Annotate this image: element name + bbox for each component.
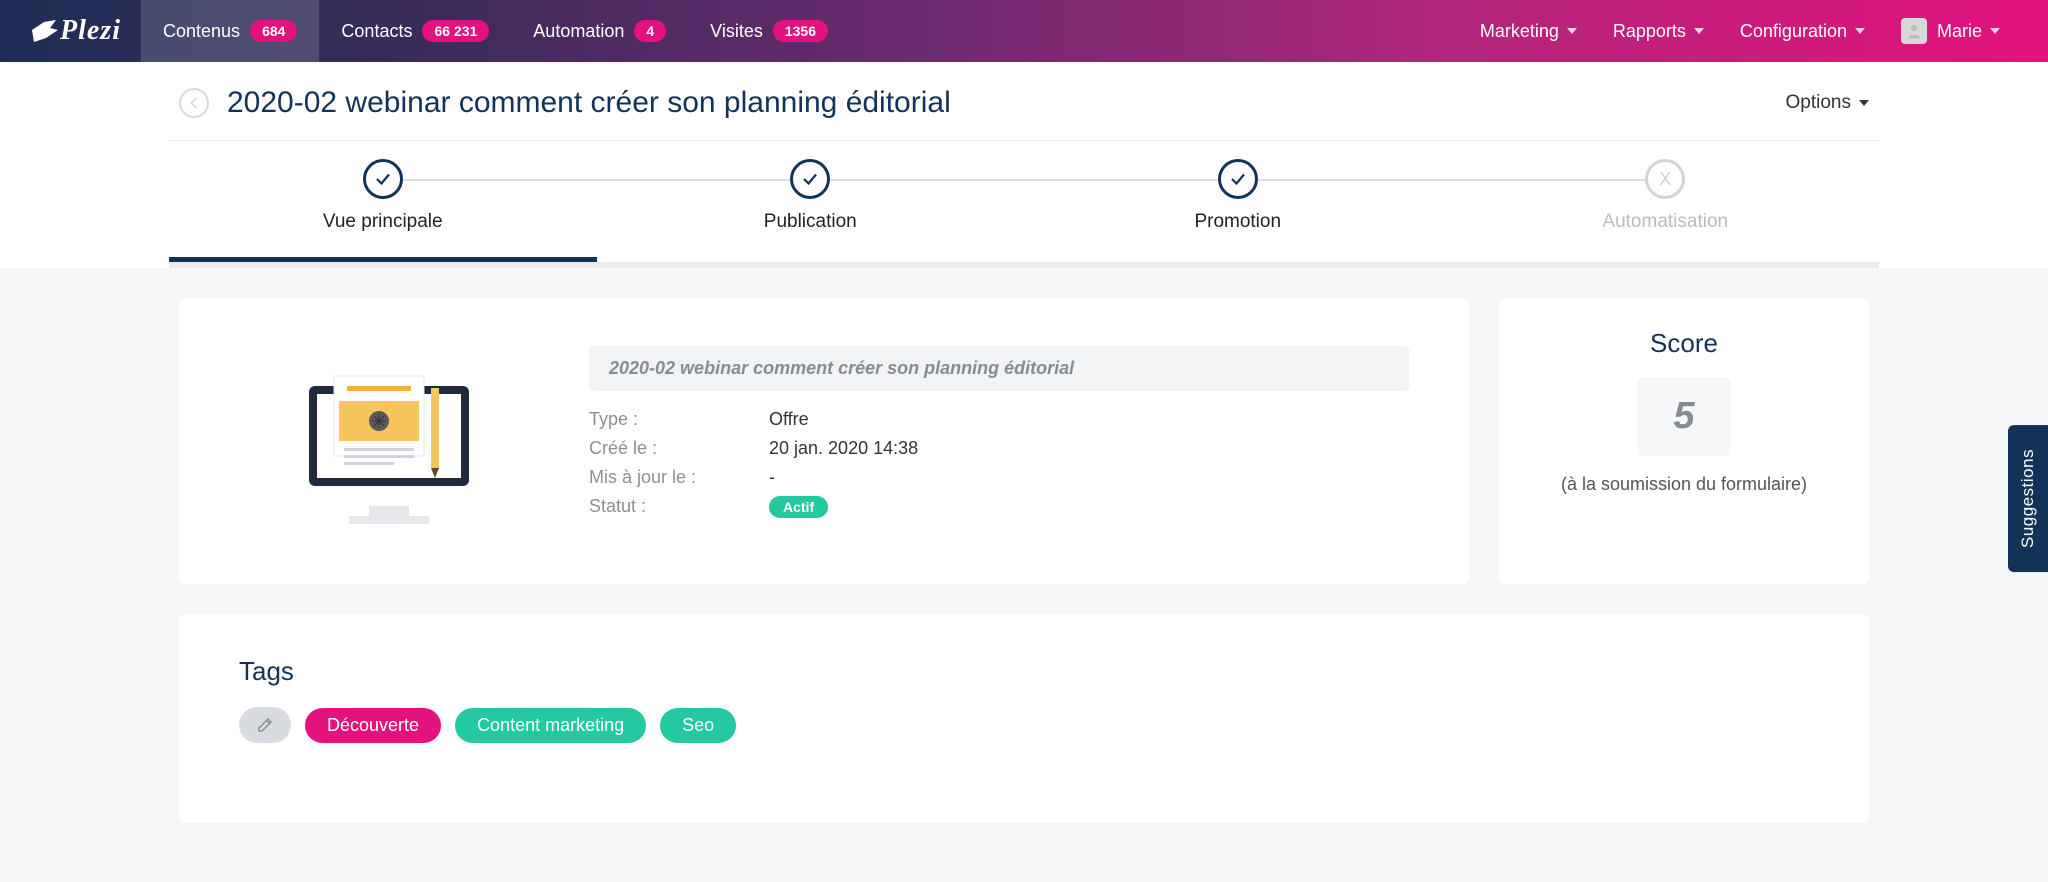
nav-automation[interactable]: Automation 4 xyxy=(511,0,688,62)
score-label: Score xyxy=(1529,328,1839,359)
step-label: Vue principale xyxy=(169,211,597,233)
tag-decouverte[interactable]: Découverte xyxy=(305,708,441,743)
nav-label: Configuration xyxy=(1740,21,1847,42)
nav-rapports[interactable]: Rapports xyxy=(1595,0,1722,62)
steps-shadow xyxy=(169,262,1879,268)
chevron-down-icon xyxy=(1567,28,1577,34)
info-value: - xyxy=(769,467,775,488)
tags-title: Tags xyxy=(239,656,1809,687)
chevron-down-icon xyxy=(1990,28,2000,34)
step-label: Automatisation xyxy=(1452,211,1880,233)
nav-badge: 684 xyxy=(250,20,297,42)
plezi-bird-icon xyxy=(30,18,60,44)
step-promotion[interactable]: Promotion xyxy=(1024,141,1452,262)
top-nav: Plezi Contenus 684 Contacts 66 231 Autom… xyxy=(0,0,2048,62)
nav-badge: 66 231 xyxy=(422,20,489,42)
info-label: Type : xyxy=(589,409,769,430)
back-button[interactable] xyxy=(179,88,209,118)
info-value: Offre xyxy=(769,409,809,430)
options-label: Options xyxy=(1786,92,1851,114)
x-icon: X xyxy=(1659,169,1671,190)
score-value: 5 xyxy=(1673,395,1694,438)
avatar xyxy=(1901,18,1927,44)
nav-badge: 1356 xyxy=(773,20,828,42)
edit-icon xyxy=(256,716,274,734)
chevron-down-icon xyxy=(1694,28,1704,34)
user-name: Marie xyxy=(1937,21,1982,42)
nav-right: Marketing Rapports Configuration Marie xyxy=(1462,0,2018,62)
nav-contenus[interactable]: Contenus 684 xyxy=(141,0,319,62)
details-title: 2020-02 webinar comment créer son planni… xyxy=(589,346,1409,391)
info-label: Mis à jour le : xyxy=(589,467,769,488)
nav-marketing[interactable]: Marketing xyxy=(1462,0,1595,62)
nav-label: Visites xyxy=(710,21,763,42)
nav-contacts[interactable]: Contacts 66 231 xyxy=(319,0,511,62)
chevron-left-icon xyxy=(189,96,199,110)
step-status-icon xyxy=(1218,159,1258,199)
nav-visites[interactable]: Visites 1356 xyxy=(688,0,850,62)
check-icon xyxy=(374,170,392,188)
details-info: 2020-02 webinar comment créer son planni… xyxy=(589,346,1409,536)
step-label: Promotion xyxy=(1024,211,1452,233)
info-row-updated: Mis à jour le : - xyxy=(589,467,1409,488)
tag-seo[interactable]: Seo xyxy=(660,708,736,743)
info-value: 20 jan. 2020 14:38 xyxy=(769,438,918,459)
info-row-type: Type : Offre xyxy=(589,409,1409,430)
nav-label: Rapports xyxy=(1613,21,1686,42)
check-icon xyxy=(1229,170,1247,188)
step-automatisation[interactable]: X Automatisation xyxy=(1452,141,1880,262)
subheader: 2020-02 webinar comment créer son planni… xyxy=(0,62,2048,268)
score-card: Score 5 (à la soumission du formulaire) xyxy=(1499,298,1869,584)
steps-bar: Vue principale Publication Promotion X A… xyxy=(169,140,1879,262)
chevron-down-icon xyxy=(1855,28,1865,34)
nav-label: Contacts xyxy=(341,21,412,42)
brand-name: Plezi xyxy=(60,15,121,47)
step-label: Publication xyxy=(597,211,1025,233)
options-button[interactable]: Options xyxy=(1786,92,1869,114)
info-row-status: Statut : Actif xyxy=(589,496,1409,517)
chevron-down-icon xyxy=(1859,100,1869,106)
score-note: (à la soumission du formulaire) xyxy=(1529,474,1839,495)
step-publication[interactable]: Publication xyxy=(597,141,1025,262)
check-icon xyxy=(801,170,819,188)
nav-user[interactable]: Marie xyxy=(1883,0,2018,62)
content-thumbnail xyxy=(239,346,539,536)
step-status-icon xyxy=(363,159,403,199)
info-row-created: Créé le : 20 jan. 2020 14:38 xyxy=(589,438,1409,459)
status-badge: Actif xyxy=(769,496,828,518)
page-title: 2020-02 webinar comment créer son planni… xyxy=(227,86,951,120)
tags-row: Découverte Content marketing Seo xyxy=(239,707,1809,743)
nav-left: Contenus 684 Contacts 66 231 Automation … xyxy=(141,0,850,62)
monitor-document-icon xyxy=(279,356,499,526)
content-row: 2020-02 webinar comment créer son planni… xyxy=(169,298,1879,584)
tag-content-marketing[interactable]: Content marketing xyxy=(455,708,646,743)
nav-badge: 4 xyxy=(634,20,666,42)
step-status-icon: X xyxy=(1645,159,1685,199)
title-wrap: 2020-02 webinar comment créer son planni… xyxy=(179,86,951,120)
nav-label: Automation xyxy=(533,21,624,42)
nav-configuration[interactable]: Configuration xyxy=(1722,0,1883,62)
score-box: 5 xyxy=(1637,377,1730,456)
details-card: 2020-02 webinar comment créer son planni… xyxy=(179,298,1469,584)
step-status-icon xyxy=(790,159,830,199)
step-vue-principale[interactable]: Vue principale xyxy=(169,141,597,262)
user-icon xyxy=(1905,22,1923,40)
suggestions-tab[interactable]: Suggestions xyxy=(2008,425,2048,572)
nav-label: Marketing xyxy=(1480,21,1559,42)
nav-label: Contenus xyxy=(163,21,240,42)
info-label: Statut : xyxy=(589,496,769,517)
edit-tags-button[interactable] xyxy=(239,707,291,743)
brand-logo[interactable]: Plezi xyxy=(30,15,121,47)
tags-card: Tags Découverte Content marketing Seo xyxy=(179,614,1869,823)
info-label: Créé le : xyxy=(589,438,769,459)
